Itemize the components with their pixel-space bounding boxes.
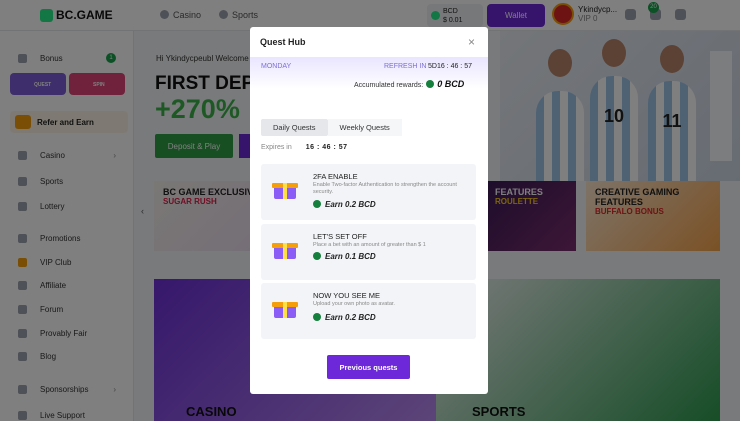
accumulated-rewards: Accumulated rewards: 0 BCD (354, 79, 465, 89)
gift-box-icon (272, 302, 298, 318)
modal-header: Quest Hub × (250, 27, 488, 57)
quest-description: Enable Two-factor Authentication to stre… (313, 182, 457, 195)
quest-description: Place a bet with an amount of greater th… (313, 242, 426, 248)
bcd-coin-icon (313, 252, 321, 260)
quest-reward: Earn 0.2 BCD (313, 200, 376, 209)
gift-box-icon (272, 243, 298, 259)
quest-title: LET'S SET OFF (313, 232, 367, 241)
modal-title: Quest Hub (260, 37, 306, 47)
bcd-coin-icon (426, 80, 435, 88)
quest-title: NOW YOU SEE ME (313, 291, 380, 300)
bcd-coin-icon (313, 200, 321, 208)
refresh-label: REFRESH IN (384, 63, 427, 70)
quest-hub-modal: Quest Hub × MONDAY REFRESH IN 5D16 : 46 … (250, 27, 488, 394)
quest-item: 2FA ENABLE Enable Two-factor Authenticat… (261, 164, 476, 220)
quest-reward: Earn 0.1 BCD (313, 252, 376, 261)
previous-quests-button[interactable]: Previous quests (327, 355, 410, 379)
expires-row: Expires in 16 : 46 : 57 (261, 144, 348, 151)
quest-item: LET'S SET OFF Place a bet with an amount… (261, 224, 476, 280)
quest-tabs: Daily Quests Weekly Quests (261, 119, 402, 136)
tab-weekly-quests[interactable]: Weekly Quests (327, 119, 402, 136)
expires-countdown: 16 : 46 : 57 (305, 144, 348, 151)
close-icon[interactable]: × (468, 35, 475, 49)
quest-reward: Earn 0.2 BCD (313, 313, 376, 322)
gift-box-icon (272, 183, 298, 199)
tab-daily-quests[interactable]: Daily Quests (261, 119, 328, 136)
day-label: MONDAY (261, 63, 292, 70)
quest-item: NOW YOU SEE ME Upload your own photo as … (261, 283, 476, 339)
quest-description: Upload your own photo as avatar. (313, 301, 395, 307)
refresh-countdown: 5D16 : 46 : 57 (428, 63, 472, 70)
day-band: MONDAY REFRESH IN 5D16 : 46 : 57 Accumul… (250, 57, 488, 89)
quest-title: 2FA ENABLE (313, 172, 358, 181)
bcd-coin-icon (313, 313, 321, 321)
